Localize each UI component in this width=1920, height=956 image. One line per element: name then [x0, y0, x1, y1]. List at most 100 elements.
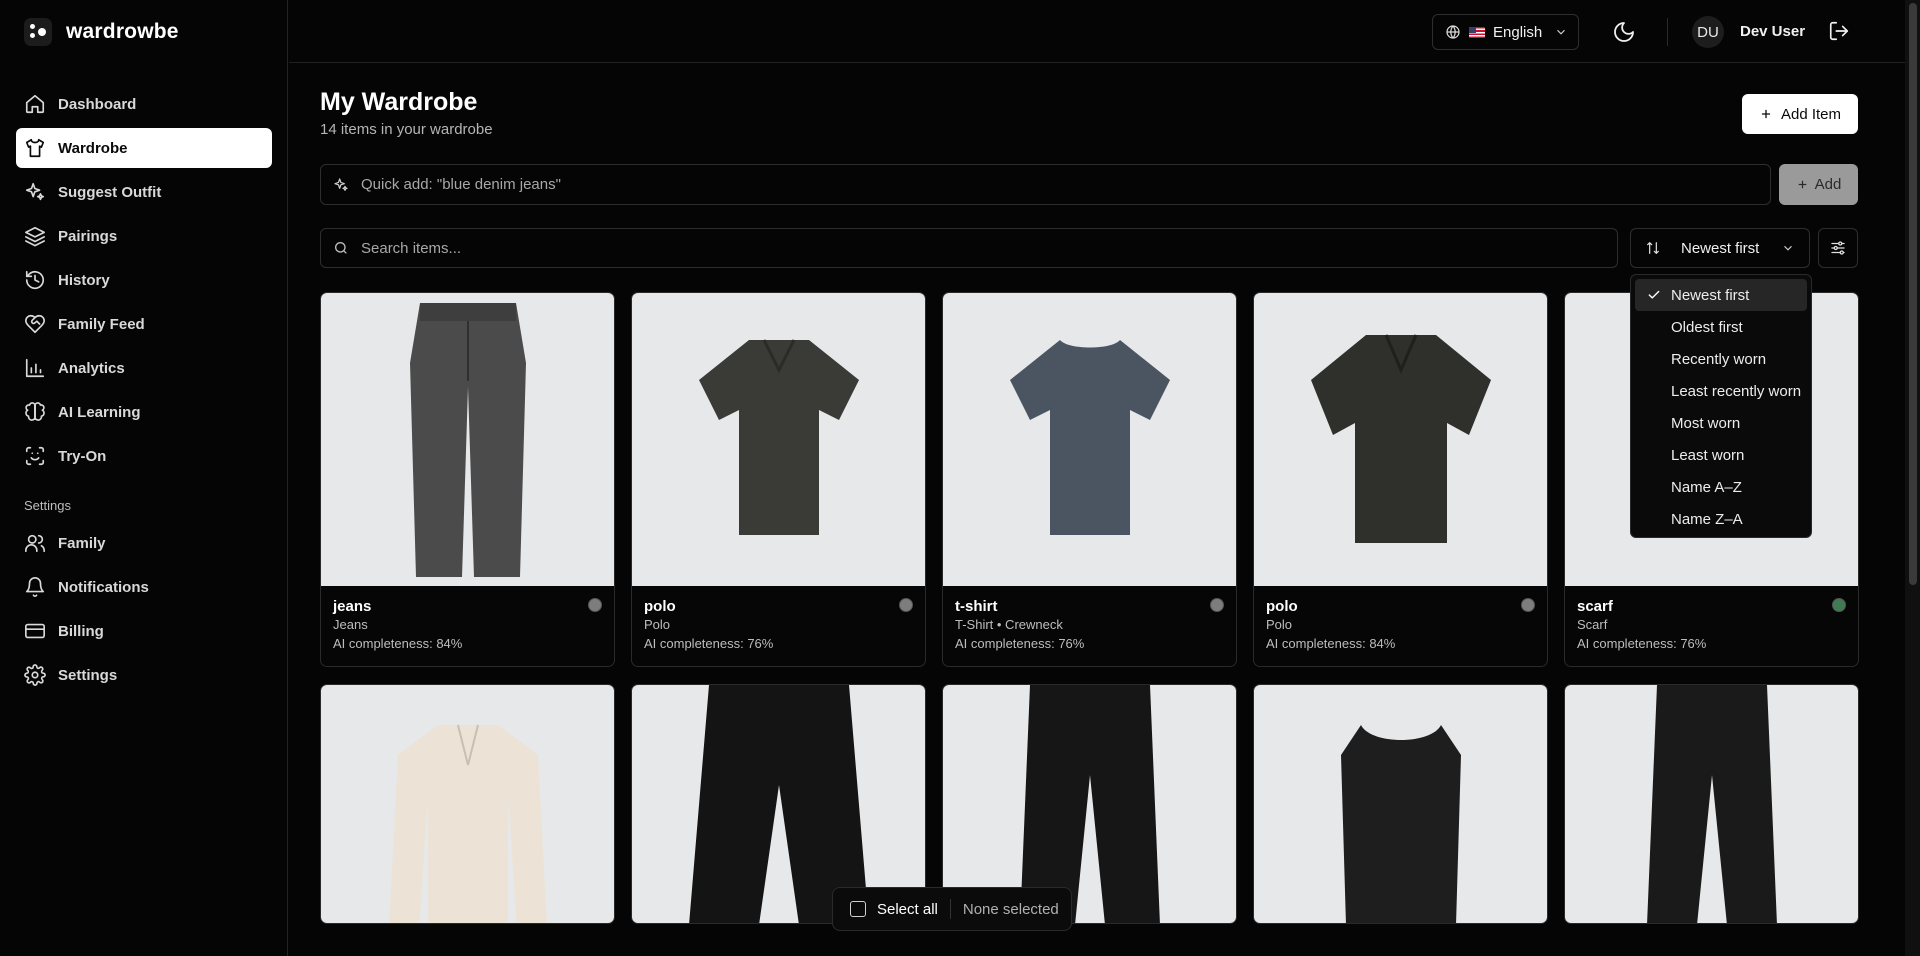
item-card[interactable]: jeans Jeans AI completeness: 84% — [320, 292, 615, 667]
sidebar-item-family[interactable]: Family — [16, 523, 272, 563]
scrollbar-thumb[interactable] — [1909, 3, 1917, 585]
item-ai-completeness: AI completeness: 84% — [1266, 636, 1396, 651]
sort-option-label: Least recently worn — [1671, 382, 1802, 400]
sort-dropdown-menu: Newest first Oldest first Recently worn … — [1630, 274, 1812, 538]
item-ai-completeness: AI completeness: 76% — [955, 636, 1085, 651]
user-name[interactable]: Dev User — [1740, 23, 1805, 40]
sidebar-item-family-feed[interactable]: Family Feed — [16, 304, 272, 344]
bar-chart-icon — [25, 358, 45, 378]
sort-option-label: Name A–Z — [1671, 478, 1742, 496]
bell-icon — [25, 577, 45, 598]
sort-option-least-recently-worn[interactable]: Least recently worn — [1635, 375, 1807, 407]
sidebar-item-try-on[interactable]: Try-On — [16, 436, 272, 476]
sidebar-item-pairings[interactable]: Pairings — [16, 216, 272, 256]
home-icon — [25, 94, 45, 114]
search-input[interactable] — [361, 239, 1517, 257]
sort-option-name-a-z[interactable]: Name A–Z — [1635, 471, 1807, 503]
select-all-label[interactable]: Select all — [877, 901, 938, 918]
layers-icon — [25, 226, 45, 247]
chevron-down-icon — [1557, 29, 1566, 35]
item-ai-completeness: AI completeness: 76% — [644, 636, 774, 651]
item-card[interactable]: polo Polo AI completeness: 76% — [631, 292, 926, 667]
logout-button[interactable] — [1826, 18, 1852, 44]
language-label: English — [1493, 23, 1543, 41]
sidebar-item-label: Notifications — [58, 578, 149, 596]
item-card[interactable] — [320, 684, 615, 924]
sidebar-item-label: AI Learning — [58, 403, 141, 421]
sparkles-icon — [334, 177, 348, 191]
top-bar — [289, 0, 1920, 63]
settings-section-heading: Settings — [24, 498, 71, 513]
selection-divider — [949, 899, 951, 919]
shirt-icon — [25, 138, 45, 158]
heart-handshake-icon — [25, 314, 45, 334]
sort-option-recently-worn[interactable]: Recently worn — [1635, 343, 1807, 375]
status-dot — [1832, 598, 1846, 612]
item-image — [321, 293, 614, 586]
item-name: jeans — [333, 598, 372, 615]
item-image — [632, 293, 925, 586]
sidebar-item-label: Analytics — [58, 359, 125, 377]
sidebar-item-history[interactable]: History — [16, 260, 272, 300]
item-card[interactable]: polo Polo AI completeness: 84% — [1253, 292, 1548, 667]
sidebar-item-label: Billing — [58, 622, 104, 640]
sort-option-newest-first[interactable]: Newest first — [1635, 279, 1807, 311]
brand[interactable]: wardrowbe — [24, 18, 179, 46]
sidebar-item-label: Family Feed — [58, 315, 145, 333]
add-item-label: Add Item — [1780, 105, 1842, 123]
language-selector[interactable]: English — [1432, 14, 1579, 50]
scrollbar[interactable] — [1905, 0, 1920, 956]
history-icon — [25, 270, 45, 290]
sort-option-label: Least worn — [1671, 446, 1745, 464]
quick-add-button[interactable]: Add — [1779, 164, 1858, 205]
filter-button[interactable] — [1818, 228, 1858, 268]
item-card[interactable]: t-shirt T-Shirt • Crewneck AI completene… — [942, 292, 1237, 667]
sidebar-item-suggest-outfit[interactable]: Suggest Outfit — [16, 172, 272, 212]
add-item-button[interactable]: Add Item — [1742, 94, 1858, 134]
sidebar-item-billing[interactable]: Billing — [16, 611, 272, 651]
sidebar-item-settings[interactable]: Settings — [16, 655, 272, 695]
sidebar-item-label: Pairings — [58, 227, 118, 245]
sidebar-item-dashboard[interactable]: Dashboard — [16, 84, 272, 124]
item-name: scarf — [1577, 598, 1613, 615]
sidebar-item-label: History — [58, 271, 110, 289]
chevron-down-icon — [1784, 245, 1792, 251]
sort-option-label: Most worn — [1671, 414, 1741, 432]
sort-option-least-worn[interactable]: Least worn — [1635, 439, 1807, 471]
status-dot — [588, 598, 602, 612]
sidebar-item-label: Try-On — [58, 447, 107, 465]
item-card[interactable] — [1253, 684, 1548, 924]
sort-option-label: Name Z–A — [1671, 510, 1743, 528]
sort-option-name-z-a[interactable]: Name Z–A — [1635, 503, 1807, 535]
sidebar-item-ai-learning[interactable]: AI Learning — [16, 392, 272, 432]
item-category: Scarf — [1577, 617, 1608, 632]
search-field[interactable] — [320, 228, 1618, 268]
sort-option-label: Recently worn — [1671, 350, 1767, 368]
sidebar-item-label: Dashboard — [58, 95, 137, 113]
brand-name: wardrowbe — [66, 20, 179, 43]
sidebar-item-wardrobe[interactable]: Wardrobe — [16, 128, 272, 168]
us-flag-icon — [1469, 26, 1485, 38]
theme-toggle-button[interactable] — [1610, 18, 1638, 46]
select-all-checkbox[interactable] — [850, 901, 866, 917]
sort-option-most-worn[interactable]: Most worn — [1635, 407, 1807, 439]
sidebar-item-analytics[interactable]: Analytics — [16, 348, 272, 388]
sidebar-item-label: Suggest Outfit — [58, 183, 162, 201]
credit-card-icon — [25, 623, 45, 639]
sort-arrows-icon — [1647, 242, 1659, 254]
brain-icon — [25, 402, 45, 421]
quick-add-field[interactable] — [320, 164, 1771, 205]
sidebar-item-notifications[interactable]: Notifications — [16, 567, 272, 607]
search-icon — [335, 242, 347, 254]
polo-illustration — [1310, 333, 1491, 543]
item-card[interactable] — [1564, 684, 1859, 924]
item-category: Polo — [644, 617, 671, 632]
polo-illustration — [698, 338, 859, 535]
scan-face-icon — [25, 446, 45, 466]
avatar[interactable]: DU — [1692, 16, 1724, 48]
sidebar-item-label: Settings — [58, 666, 118, 684]
sort-select[interactable]: Newest first — [1630, 228, 1810, 268]
tank-top-illustration — [1340, 725, 1461, 923]
sort-option-oldest-first[interactable]: Oldest first — [1635, 311, 1807, 343]
quick-add-input[interactable] — [361, 176, 1655, 193]
